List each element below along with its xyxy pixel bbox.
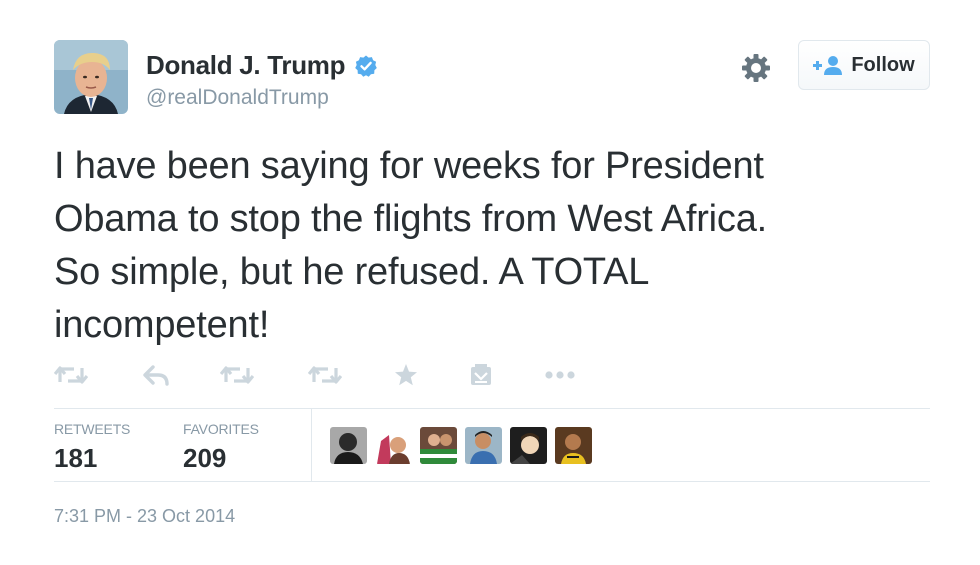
tweet-header: Donald J. Trump @realDonaldTrump Follow xyxy=(54,40,930,116)
retweet-icon[interactable] xyxy=(220,360,254,390)
favoriter-avatar[interactable] xyxy=(555,427,592,464)
favorite-icon[interactable] xyxy=(394,360,418,390)
favorites-count: 209 xyxy=(183,443,227,473)
stats-divider xyxy=(311,409,312,482)
author-avatar[interactable] xyxy=(54,40,128,114)
retweet-icon[interactable] xyxy=(54,360,88,390)
favoriter-avatar[interactable] xyxy=(420,427,457,464)
verified-badge-icon xyxy=(354,55,377,77)
favoriter-avatar[interactable] xyxy=(330,427,367,464)
favoriter-avatar[interactable] xyxy=(510,427,547,464)
favorites-label: FAVORITES xyxy=(183,421,259,437)
more-icon[interactable] xyxy=(544,360,576,390)
tweet-timestamp[interactable]: 7:31 PM - 23 Oct 2014 xyxy=(54,506,235,527)
favoriter-avatar[interactable] xyxy=(375,427,412,464)
favoriter-avatar[interactable] xyxy=(465,427,502,464)
follow-button[interactable]: Follow xyxy=(798,40,930,90)
embed-icon[interactable] xyxy=(470,360,492,390)
gear-icon[interactable] xyxy=(740,52,772,84)
follow-button-label: Follow xyxy=(851,53,915,76)
tweet-text-line: Obama to stop the flights from West Afri… xyxy=(54,198,767,240)
tweet-text-line: So simple, but he refused. A TOTAL xyxy=(54,251,650,293)
tweet-stats: RETWEETS 181 FAVORITES 209 xyxy=(54,408,930,482)
retweets-label: RETWEETS xyxy=(54,421,131,437)
retweets-count: 181 xyxy=(54,443,98,473)
tweet-text: I have been saying for weeks for Preside… xyxy=(54,140,934,352)
favoriters-avatars xyxy=(330,427,600,465)
tweet-text-line: incompetent! xyxy=(54,304,270,346)
author-handle[interactable]: @realDonaldTrump xyxy=(146,86,378,110)
reply-icon[interactable] xyxy=(142,360,170,390)
add-user-icon xyxy=(813,56,843,75)
tweet-actions xyxy=(54,360,594,390)
author-display-name[interactable]: Donald J. Trump xyxy=(146,50,345,81)
author-name-block: Donald J. Trump @realDonaldTrump xyxy=(146,50,378,110)
retweets-stat[interactable]: RETWEETS 181 xyxy=(54,421,130,474)
favorites-stat[interactable]: FAVORITES 209 xyxy=(183,421,259,474)
tweet-text-line: I have been saying for weeks for Preside… xyxy=(54,145,764,187)
retweet-icon[interactable] xyxy=(308,360,342,390)
